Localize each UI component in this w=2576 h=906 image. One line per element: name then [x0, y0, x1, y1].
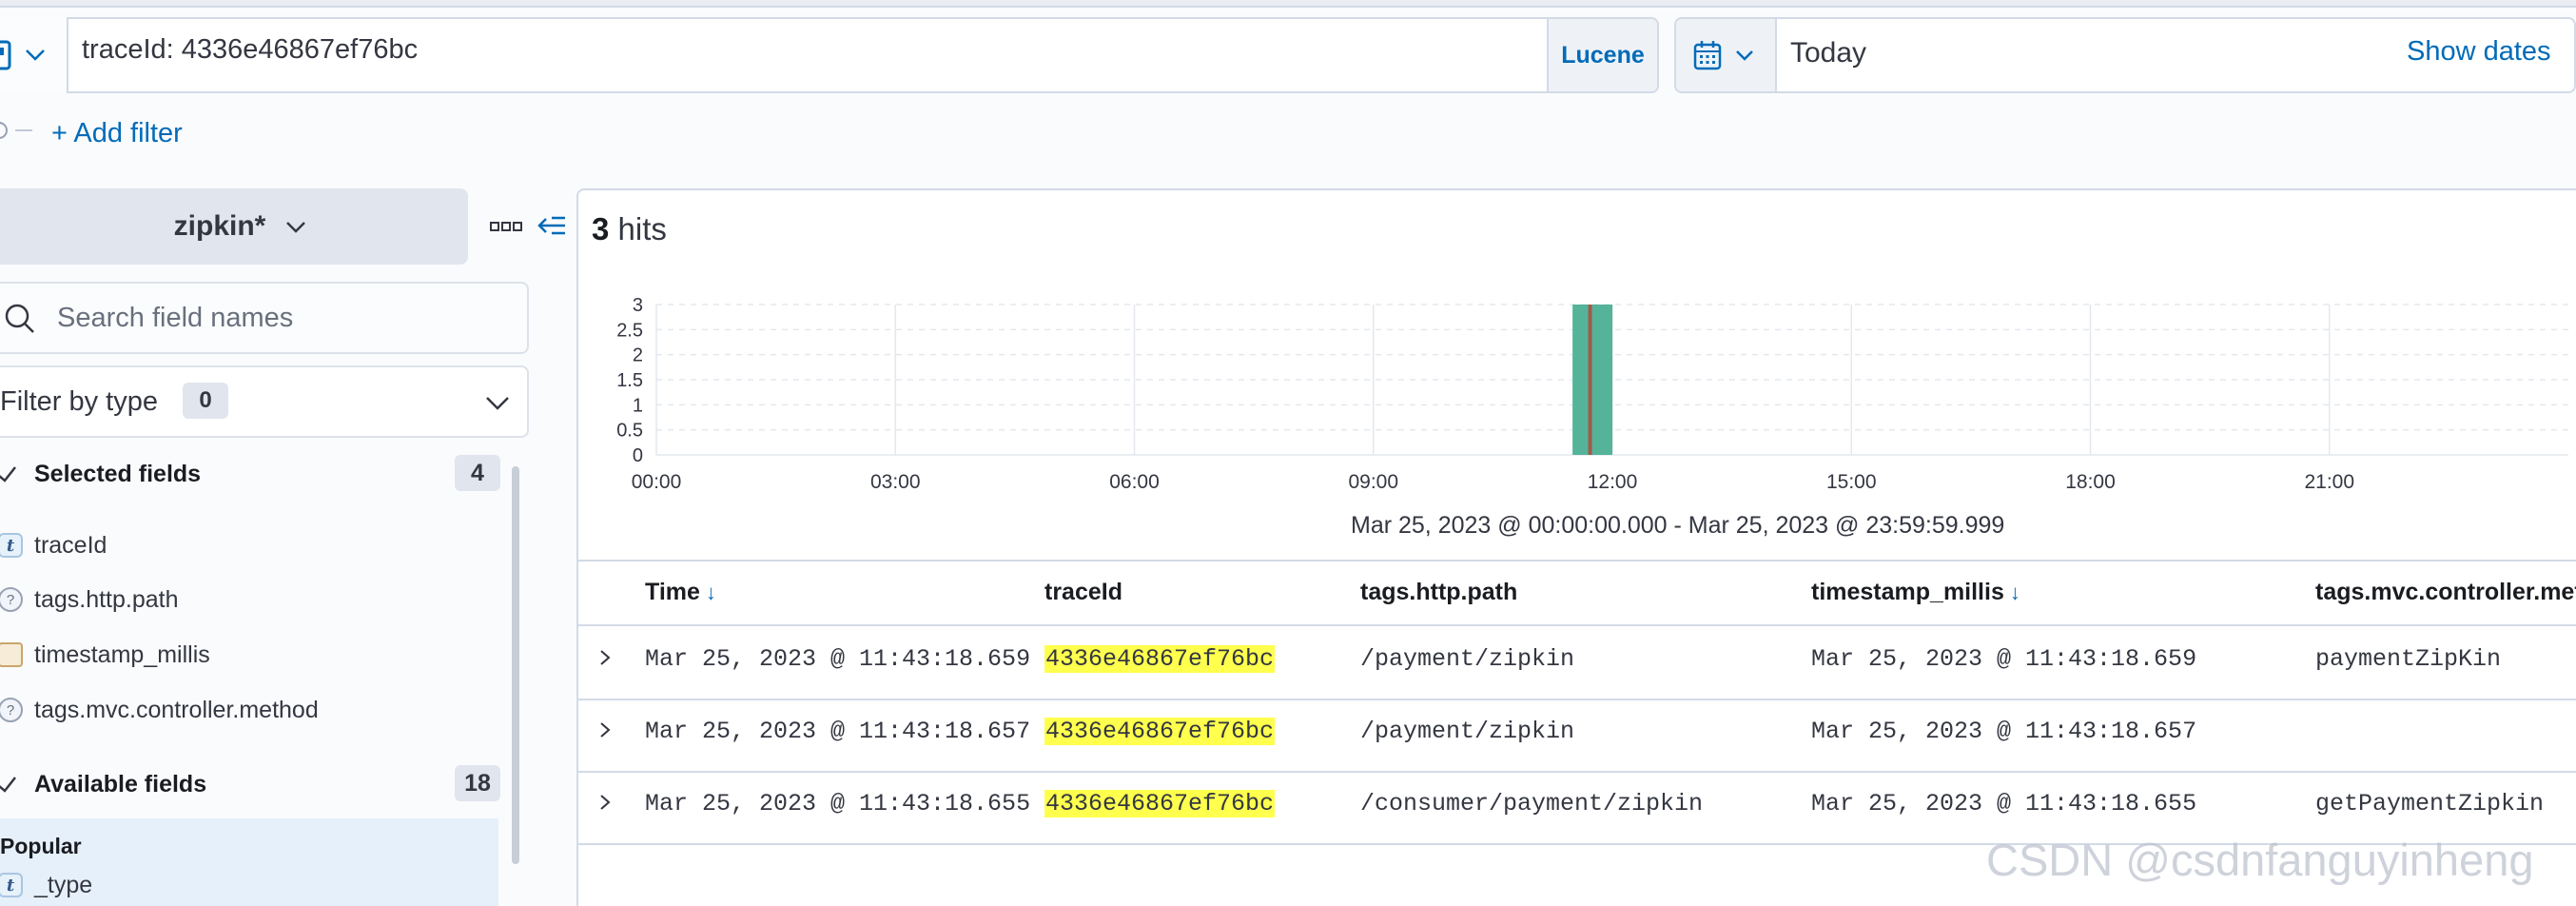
unknown-field-icon: ?: [0, 587, 23, 612]
top-strip: [0, 0, 2576, 8]
selected-fields-count: 4: [455, 455, 500, 491]
x-tick-label: 18:00: [2065, 471, 2116, 493]
field-item-tags-mvc-controller-method[interactable]: tags.mvc.controller.method: [34, 697, 319, 724]
x-tick-label: 12:00: [1588, 471, 1638, 493]
expand-row-icon[interactable]: [595, 793, 615, 812]
sort-down-icon[interactable]: ↓: [2010, 581, 2020, 604]
search-highlight: 4336e46867ef76bc: [1044, 790, 1276, 817]
chevron-down-icon: [486, 397, 509, 410]
field-item-timestamp-millis[interactable]: timestamp_millis: [34, 641, 210, 669]
chevron-down-icon: [286, 222, 306, 233]
search-field-placeholder: Search field names: [57, 303, 294, 333]
calendar-icon: [1693, 41, 1722, 70]
x-tick-label: 03:00: [870, 471, 921, 493]
sort-down-icon[interactable]: ↓: [706, 581, 716, 604]
histogram-bar: [1572, 305, 1612, 455]
filter-divider: [15, 129, 32, 131]
column-header-traceid[interactable]: traceId: [1044, 579, 1122, 606]
search-icon: [5, 304, 34, 333]
available-fields-count: 18: [455, 765, 500, 801]
y-tick-label: 1: [633, 395, 643, 416]
column-header-time[interactable]: Time ↓: [645, 579, 716, 606]
selected-fields-label[interactable]: Selected fields: [34, 461, 201, 488]
collapse-sidebar-icon[interactable]: [537, 211, 567, 240]
cell-traceid: 4336e46867ef76bc: [1044, 718, 1276, 745]
add-filter-button[interactable]: + Add filter: [51, 118, 183, 149]
hits-count: 3 hits: [592, 211, 667, 247]
sidebar-scrollbar[interactable]: [512, 466, 519, 864]
cell-controller-method: getPaymentZipkin: [2315, 790, 2545, 817]
cell-http-path: /consumer/payment/zipkin: [1360, 790, 1704, 817]
cell-timestamp-millis: Mar 25, 2023 @ 11:43:18.655: [1811, 790, 2197, 817]
popular-label: Popular: [0, 834, 82, 858]
cell-timestamp-millis: Mar 25, 2023 @ 11:43:18.657: [1811, 718, 2197, 745]
field-item-traceid[interactable]: traceId: [34, 532, 107, 560]
date-range-value[interactable]: Today: [1790, 37, 1866, 69]
x-tick-label: 00:00: [632, 471, 682, 493]
chart-time-range: Mar 25, 2023 @ 00:00:00.000 - Mar 25, 20…: [1351, 512, 2005, 539]
x-tick-label: 21:00: [2304, 471, 2354, 493]
column-header-tags-http-path[interactable]: tags.http.path: [1360, 579, 1517, 606]
cell-time: Mar 25, 2023 @ 11:43:18.655: [645, 790, 1031, 817]
field-item-type[interactable]: _type: [34, 872, 92, 899]
string-field-icon: t: [0, 873, 23, 897]
hits-label: hits: [617, 211, 667, 246]
query-input[interactable]: traceId: 4336e46867ef76bc: [82, 34, 418, 66]
histogram-chart[interactable]: 0 0.5 1 1.5 2 2.5 3 00:00 03:00 06:00 09:00 12:00 15…: [576, 286, 2574, 495]
unknown-field-icon: ?: [0, 698, 23, 722]
filter-by-type-count: 0: [183, 383, 228, 419]
quick-menu-button[interactable]: [1676, 19, 1777, 91]
column-label: timestamp_millis: [1811, 579, 2004, 605]
x-tick-label: 06:00: [1109, 471, 1160, 493]
column-header-tags-mvc-controller-method[interactable]: tags.mvc.controller.met: [2315, 579, 2576, 606]
cell-http-path: /payment/zipkin: [1360, 718, 1575, 745]
field-item-tags-http-path[interactable]: tags.http.path: [34, 586, 179, 614]
y-tick-label: 3: [633, 295, 643, 316]
filter-options-icon[interactable]: [0, 122, 8, 139]
search-highlight: 4336e46867ef76bc: [1044, 645, 1276, 673]
table-header: [578, 560, 2576, 626]
index-pattern-label: zipkin*: [173, 210, 266, 242]
filter-by-type-label: Filter by type: [0, 386, 158, 417]
chevron-down-icon: [26, 49, 45, 61]
y-tick-label: 0.5: [616, 421, 643, 442]
column-header-timestamp-millis[interactable]: timestamp_millis ↓: [1811, 579, 2020, 606]
x-tick-label: 09:00: [1348, 471, 1398, 493]
watermark: CSDN @csdnfanguyinheng: [1986, 835, 2534, 885]
hits-number: 3: [592, 211, 610, 246]
y-tick-label: 0: [633, 445, 643, 466]
cell-controller-method: paymentZipKin: [2315, 645, 2502, 673]
expand-row-icon[interactable]: [595, 720, 615, 739]
cell-time: Mar 25, 2023 @ 11:43:18.659: [645, 645, 1031, 673]
saved-query-icon: [0, 40, 11, 70]
more-options-icon[interactable]: [489, 217, 523, 236]
string-field-icon: t: [0, 533, 23, 558]
show-dates-button[interactable]: Show dates: [2407, 36, 2551, 68]
index-pattern-selector[interactable]: zipkin*: [0, 188, 468, 265]
query-language-button[interactable]: Lucene: [1547, 19, 1657, 91]
y-tick-label: 2: [633, 345, 643, 366]
search-highlight: 4336e46867ef76bc: [1044, 718, 1276, 745]
cell-time: Mar 25, 2023 @ 11:43:18.657: [645, 718, 1031, 745]
column-label: Time: [645, 579, 700, 605]
y-tick-label: 1.5: [616, 370, 643, 391]
chevron-down-icon: [1736, 50, 1753, 61]
available-fields-label[interactable]: Available fields: [34, 771, 206, 798]
check-icon[interactable]: [0, 463, 17, 484]
cell-traceid: 4336e46867ef76bc: [1044, 790, 1276, 817]
cell-http-path: /payment/zipkin: [1360, 645, 1575, 673]
cell-timestamp-millis: Mar 25, 2023 @ 11:43:18.659: [1811, 645, 2197, 673]
x-tick-label: 15:00: [1826, 471, 1877, 493]
date-field-icon: [0, 642, 23, 667]
check-icon[interactable]: [0, 774, 17, 795]
cell-traceid: 4336e46867ef76bc: [1044, 645, 1276, 673]
expand-row-icon[interactable]: [595, 648, 615, 667]
y-tick-label: 2.5: [616, 320, 643, 341]
